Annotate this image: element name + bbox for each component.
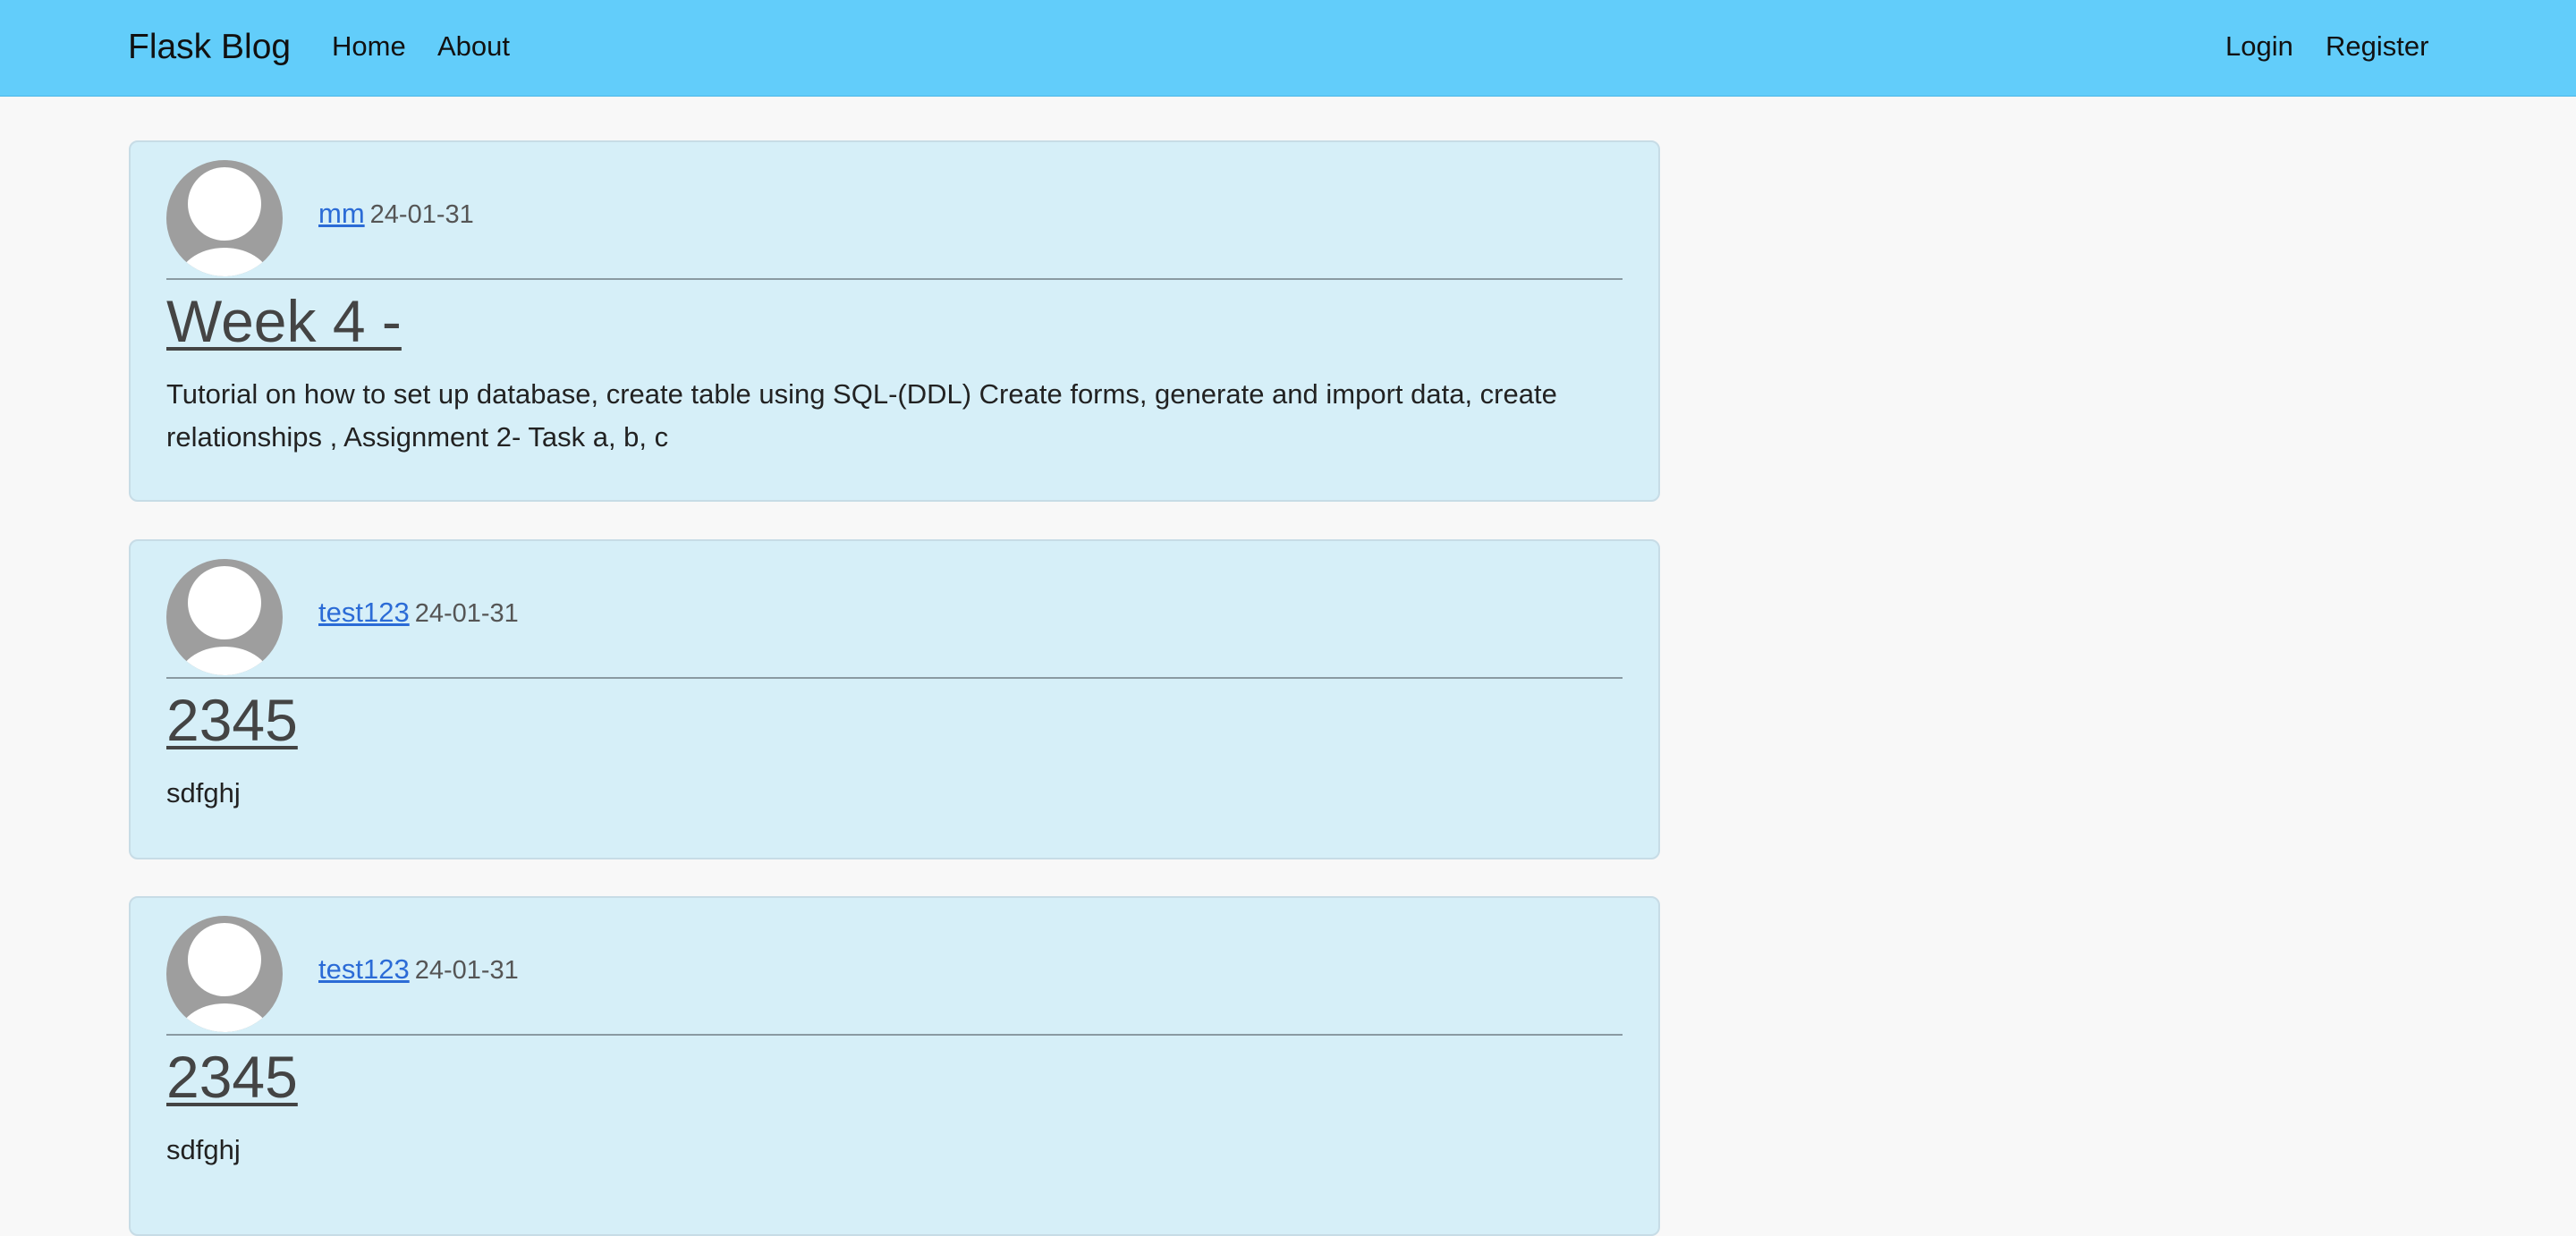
post-card: mm 24-01-31 Week 4 - Tutorial on how to s… (129, 140, 1660, 502)
nav-about-link[interactable]: About (437, 29, 510, 64)
post-card: test123 24-01-31 2345 sdfghj (129, 539, 1660, 859)
post-title-link[interactable]: 2345 (166, 1041, 298, 1113)
user-avatar-icon (166, 916, 283, 1032)
navbar: Flask Blog Home About Login Register (0, 0, 2576, 97)
post-date: 24-01-31 (414, 956, 519, 985)
post-content: sdfghj (166, 1134, 241, 1165)
brand-link[interactable]: Flask Blog (128, 27, 291, 68)
user-avatar-icon (166, 559, 283, 675)
post-author-link[interactable]: mm (318, 198, 365, 229)
post-divider (166, 278, 1623, 280)
nav-home-link[interactable]: Home (332, 29, 406, 64)
post-meta: test123 24-01-31 (318, 597, 519, 630)
nav-register-link[interactable]: Register (2326, 29, 2428, 64)
post-content: Tutorial on how to set up database, crea… (166, 378, 1557, 453)
post-meta: mm 24-01-31 (318, 198, 474, 231)
post-content: sdfghj (166, 777, 241, 808)
post-date: 24-01-31 (414, 599, 519, 628)
post-title-link[interactable]: Week 4 - (166, 285, 402, 357)
post-title-link[interactable]: 2345 (166, 684, 298, 756)
post-divider (166, 677, 1623, 679)
post-author-link[interactable]: test123 (318, 597, 410, 628)
post-author-link[interactable]: test123 (318, 953, 410, 985)
nav-login-link[interactable]: Login (2225, 29, 2293, 64)
user-avatar-icon (166, 160, 283, 276)
post-date: 24-01-31 (369, 200, 474, 229)
post-divider (166, 1034, 1623, 1036)
post-meta: test123 24-01-31 (318, 953, 519, 986)
post-card: test123 24-01-31 2345 sdfghj (129, 896, 1660, 1236)
